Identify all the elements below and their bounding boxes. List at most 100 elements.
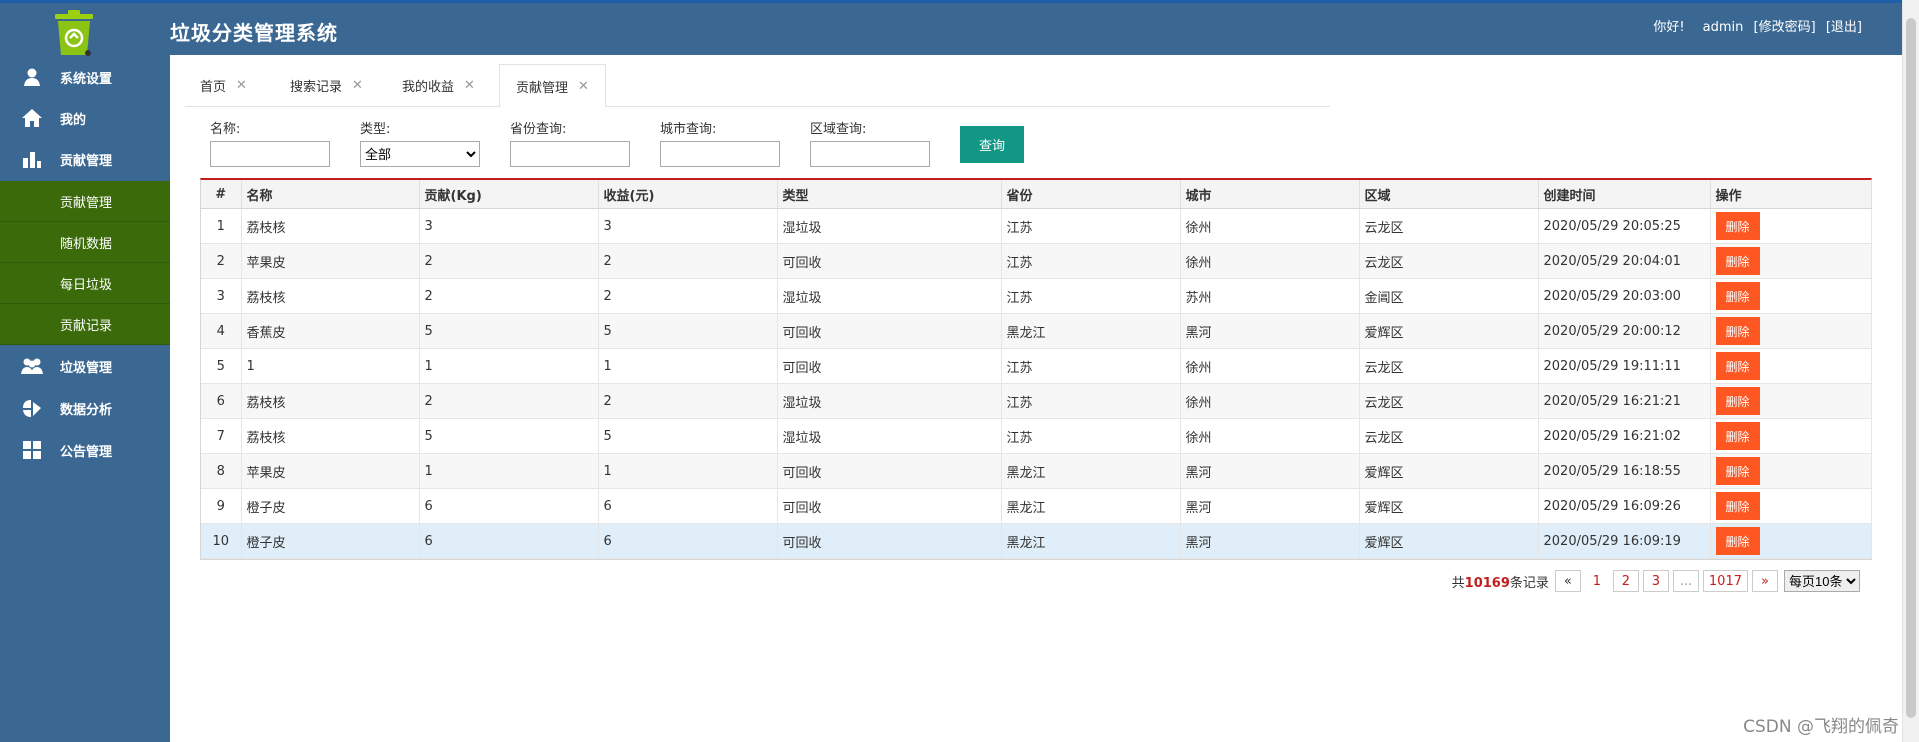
- logout-link[interactable]: [退出]: [1826, 20, 1862, 35]
- tab-my-income[interactable]: 我的收益 ✕: [402, 64, 475, 106]
- column-header: 区域: [1359, 180, 1539, 209]
- table-cell-actions: 删除: [1710, 208, 1872, 244]
- page-scrollbar[interactable]: [1902, 0, 1919, 742]
- table-cell: 黑河: [1180, 523, 1360, 559]
- table-cell: 香蕉皮: [241, 313, 420, 349]
- delete-button[interactable]: 删除: [1715, 387, 1760, 415]
- trash-bin-logo-icon: [55, 10, 93, 56]
- table-cell-actions: 删除: [1710, 243, 1872, 279]
- submenu-item-contribution-record[interactable]: 贡献记录: [0, 304, 170, 345]
- table-cell: 徐州: [1180, 348, 1360, 384]
- total-suffix: 条记录: [1509, 575, 1549, 591]
- city-field-group: 城市查询:: [660, 118, 780, 167]
- tab-search-records[interactable]: 搜索记录 ✕: [290, 64, 363, 106]
- sidebar-item-garbage[interactable]: 垃圾管理: [0, 346, 170, 386]
- table-row: 3 荔枝核 2 2 湿垃圾 江苏 苏州 金阊区 2020/05/29 20:03:00 删除: [201, 278, 1872, 314]
- sidebar-item-label: 数据分析: [60, 402, 113, 418]
- page-size-select[interactable]: 每页10条: [1784, 570, 1860, 592]
- district-input[interactable]: [810, 141, 930, 167]
- table-cell: 橙子皮: [241, 523, 420, 559]
- table-cell: 江苏: [1001, 278, 1181, 314]
- sidebar-item-mine[interactable]: 我的: [0, 98, 170, 138]
- table-cell: 徐州: [1180, 383, 1360, 419]
- province-input[interactable]: [510, 141, 630, 167]
- tab-contribution-manage[interactable]: 贡献管理 ✕: [499, 64, 606, 108]
- sidebar-item-system-settings[interactable]: 系统设置: [0, 57, 170, 97]
- table-cell: 可回收: [777, 523, 1002, 559]
- table-cell: 徐州: [1180, 208, 1360, 244]
- table-cell: 云龙区: [1359, 348, 1539, 384]
- table-cell: 1: [419, 453, 599, 489]
- next-page-button[interactable]: »: [1752, 570, 1778, 592]
- delete-button[interactable]: 删除: [1715, 527, 1760, 555]
- submenu-item-random-data[interactable]: 随机数据: [0, 222, 170, 263]
- table-cell: 6: [419, 488, 599, 524]
- tab-home[interactable]: 首页 ✕: [200, 64, 247, 106]
- delete-button[interactable]: 删除: [1715, 212, 1760, 240]
- change-password-link[interactable]: [修改密码]: [1754, 20, 1816, 35]
- column-header: 类型: [777, 180, 1002, 209]
- sidebar-item-notice[interactable]: 公告管理: [0, 430, 170, 470]
- sidebar-item-contribution[interactable]: 贡献管理: [0, 139, 170, 179]
- scrollbar-thumb[interactable]: [1906, 18, 1916, 718]
- table-cell: 1: [241, 348, 420, 384]
- sidebar-item-label: 贡献管理: [60, 153, 113, 169]
- page-3-button[interactable]: 3: [1642, 570, 1669, 592]
- table-cell: 金阊区: [1359, 278, 1539, 314]
- home-icon: [20, 106, 44, 130]
- submenu-item-daily-garbage[interactable]: 每日垃圾: [0, 263, 170, 304]
- table-cell: 苹果皮: [241, 453, 420, 489]
- table-cell: 江苏: [1001, 383, 1181, 419]
- table-cell: 3: [419, 208, 599, 244]
- table-cell: 黑龙江: [1001, 453, 1181, 489]
- delete-button[interactable]: 删除: [1715, 422, 1760, 450]
- table-cell: 1: [201, 208, 242, 244]
- district-field-group: 区域查询:: [810, 118, 930, 167]
- table-cell: 苹果皮: [241, 243, 420, 279]
- name-input[interactable]: [210, 141, 330, 167]
- page-2-button[interactable]: 2: [1612, 570, 1639, 592]
- table-row: 1 荔枝核 3 3 湿垃圾 江苏 徐州 云龙区 2020/05/29 20:05:25 删除: [201, 208, 1872, 244]
- submenu-item-label: 贡献记录: [60, 318, 113, 334]
- delete-button[interactable]: 删除: [1715, 317, 1760, 345]
- table-cell: 10: [201, 523, 242, 559]
- page-1-button[interactable]: 1: [1584, 571, 1609, 591]
- table-cell: 可回收: [777, 243, 1002, 279]
- delete-button[interactable]: 删除: [1715, 352, 1760, 380]
- users-icon: [20, 354, 44, 378]
- sidebar-item-analysis[interactable]: 数据分析: [0, 388, 170, 428]
- delete-button[interactable]: 删除: [1715, 457, 1760, 485]
- submenu-item-label: 贡献管理: [60, 195, 113, 211]
- query-button[interactable]: 查询: [960, 126, 1024, 163]
- submenu-item-contribution-manage[interactable]: 贡献管理: [0, 181, 170, 222]
- prev-page-button[interactable]: «: [1554, 570, 1581, 592]
- type-label: 类型:: [360, 122, 391, 137]
- table-cell: 2020/05/29 16:21:21: [1538, 383, 1711, 419]
- table-cell: 爱辉区: [1359, 313, 1539, 349]
- app-title: 垃圾分类管理系统: [170, 21, 338, 45]
- type-select[interactable]: 全部: [360, 141, 480, 167]
- table-cell-actions: 删除: [1710, 453, 1872, 489]
- table-cell: 可回收: [777, 488, 1002, 524]
- city-input[interactable]: [660, 141, 780, 167]
- table-cell-actions: 删除: [1710, 348, 1872, 384]
- sidebar: 系统设置 我的 贡献管理 贡献管理 随机数据 每日垃圾 贡献记录 垃圾管理 数据…: [0, 3, 170, 742]
- tab-label: 我的收益: [402, 79, 455, 95]
- total-prefix: 共: [1451, 575, 1465, 591]
- table-cell-actions: 删除: [1710, 418, 1872, 454]
- table-cell: 4: [201, 313, 242, 349]
- close-icon[interactable]: ✕: [464, 78, 475, 93]
- delete-button[interactable]: 删除: [1715, 247, 1760, 275]
- greeting-text: 你好!: [1653, 20, 1685, 35]
- close-icon[interactable]: ✕: [236, 78, 247, 93]
- delete-button[interactable]: 删除: [1715, 282, 1760, 310]
- table-cell: 可回收: [777, 348, 1002, 384]
- delete-button[interactable]: 删除: [1715, 492, 1760, 520]
- column-header: #: [201, 180, 242, 209]
- page-last-button[interactable]: 1017: [1702, 570, 1748, 592]
- table-cell: 江苏: [1001, 418, 1181, 454]
- tab-label: 首页: [200, 79, 227, 95]
- total-records: 共10169条记录: [1452, 572, 1549, 591]
- close-icon[interactable]: ✕: [352, 78, 363, 93]
- close-icon[interactable]: ✕: [578, 79, 589, 94]
